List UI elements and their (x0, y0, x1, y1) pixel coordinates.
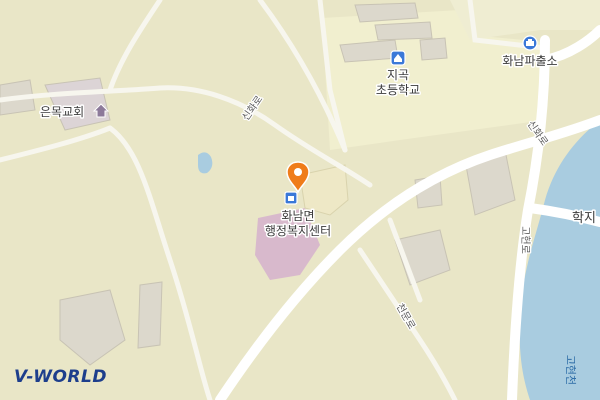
road-label-right-cut: 학지 (572, 211, 596, 226)
vworld-logo: V-WORLD (14, 367, 107, 387)
school-icon[interactable] (390, 50, 406, 66)
office-label-line1: 화남면 (281, 209, 314, 223)
police-label: 화남파출소 (502, 54, 557, 68)
road-label-goheon: 고헌로 (519, 226, 531, 254)
school-label-line1: 지곡 (387, 68, 409, 82)
police-icon[interactable] (522, 35, 538, 51)
water-label: 고현천 (564, 355, 578, 385)
government-office-icon[interactable] (284, 191, 298, 205)
map-canvas[interactable]: 은목교회 지곡 초등학교 화남파출소 화남면 행정복지센터 신화로 신화로 천문… (0, 0, 600, 400)
church-label: 은목교회 (40, 105, 84, 119)
school-label-line2: 초등학교 (376, 83, 420, 97)
office-label-line2: 행정복지센터 (265, 223, 331, 238)
